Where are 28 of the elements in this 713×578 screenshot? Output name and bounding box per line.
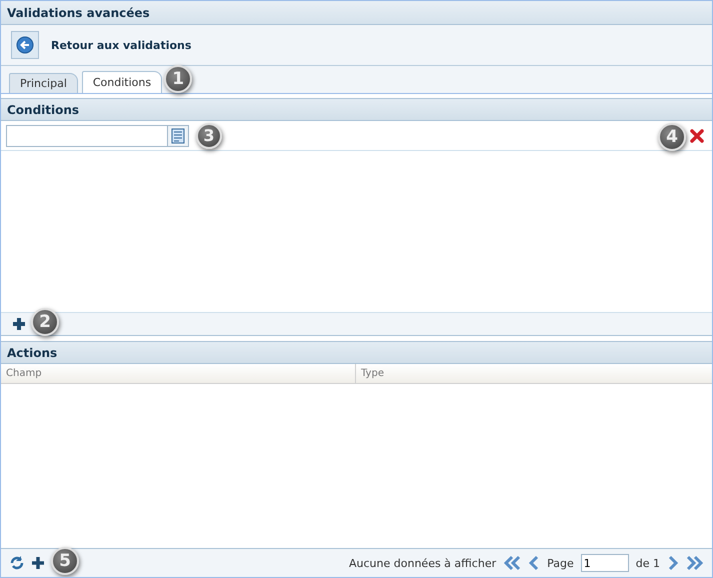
- callout-badge: 3: [196, 122, 222, 148]
- page-field[interactable]: 1: [580, 554, 629, 572]
- column-header[interactable]: Type: [356, 364, 712, 383]
- list-icon: [171, 128, 185, 144]
- last-page-icon[interactable]: [686, 555, 704, 571]
- add-icon[interactable]: [31, 556, 45, 570]
- back-label[interactable]: Retour aux validations: [51, 38, 192, 52]
- next-page-icon[interactable]: [667, 555, 679, 571]
- page-label: Page: [547, 556, 574, 570]
- callout-badge: 4: [658, 122, 686, 150]
- section-title: Actions: [7, 346, 58, 360]
- section-title: Conditions: [7, 102, 80, 116]
- delete-icon[interactable]: [690, 128, 704, 142]
- callout-badge: 1: [164, 65, 192, 93]
- page-total: de 1: [636, 556, 660, 570]
- refresh-icon[interactable]: [9, 555, 25, 571]
- status-text: Aucune données à afficher: [349, 556, 496, 570]
- callout-badge: 5: [51, 547, 79, 575]
- tab[interactable]: Conditions: [82, 71, 162, 93]
- window-title: Validations avancées: [7, 6, 150, 20]
- tab[interactable]: Principal: [9, 73, 78, 93]
- column-header[interactable]: Champ: [1, 364, 356, 383]
- add-icon[interactable]: [11, 316, 27, 332]
- previous-page-icon[interactable]: [528, 555, 540, 571]
- back-button[interactable]: [11, 31, 39, 59]
- first-page-icon[interactable]: [503, 555, 522, 571]
- condition-field[interactable]: [6, 124, 189, 146]
- callout-badge: 2: [31, 308, 59, 336]
